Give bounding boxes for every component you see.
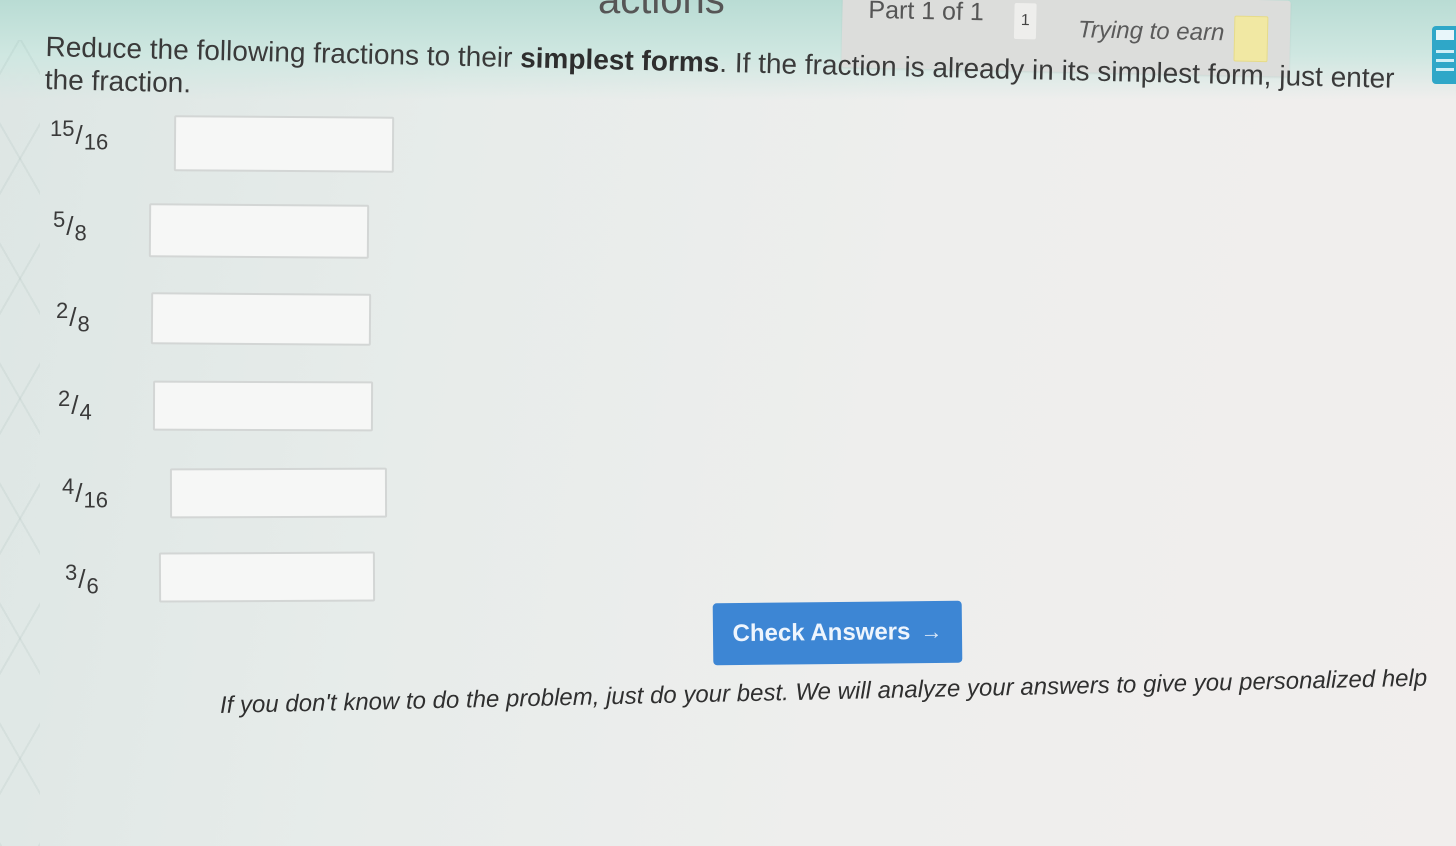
help-text: If you don't know to do the problem, jus… [219,664,1428,719]
fraction-label: 15/16 [50,116,109,155]
instructions-emphasis: simplest forms [519,42,720,78]
answer-input[interactable] [158,551,376,603]
denominator: 8 [77,311,90,337]
answer-input[interactable] [173,115,395,173]
fraction-label: 4/16 [62,474,108,513]
page-title-fragment: actions [598,0,725,22]
answer-input[interactable] [152,380,374,432]
denominator: 6 [86,573,99,599]
calculator-icon[interactable] [1432,26,1456,84]
fraction-label: 5/8 [53,207,87,246]
numerator: 5 [53,207,66,232]
answer-input[interactable] [169,467,388,519]
count-badge: 1 [1013,2,1037,40]
decorative-side-pattern [0,40,40,846]
answer-input[interactable] [150,292,372,346]
denominator: 16 [83,129,109,155]
denominator: 4 [79,399,92,425]
denominator: 16 [83,487,108,513]
answer-input[interactable] [148,203,370,259]
fraction-label: 3/6 [65,560,99,599]
numerator: 15 [50,116,75,141]
fraction-label: 2/4 [58,386,92,425]
arrow-right-icon: → [920,618,943,645]
part-label: Part 1 of 1 [868,0,985,27]
earn-label: Trying to earn [1077,16,1225,47]
numerator: 4 [62,474,75,499]
check-answers-label: Check Answers [732,618,911,648]
numerator: 2 [56,298,69,323]
check-answers-button[interactable]: Check Answers → [712,600,963,666]
denominator: 8 [74,220,87,246]
numerator: 3 [65,560,78,585]
numerator: 2 [58,386,71,411]
fraction-label: 2/8 [56,298,90,337]
trophy-icon [1233,15,1269,63]
